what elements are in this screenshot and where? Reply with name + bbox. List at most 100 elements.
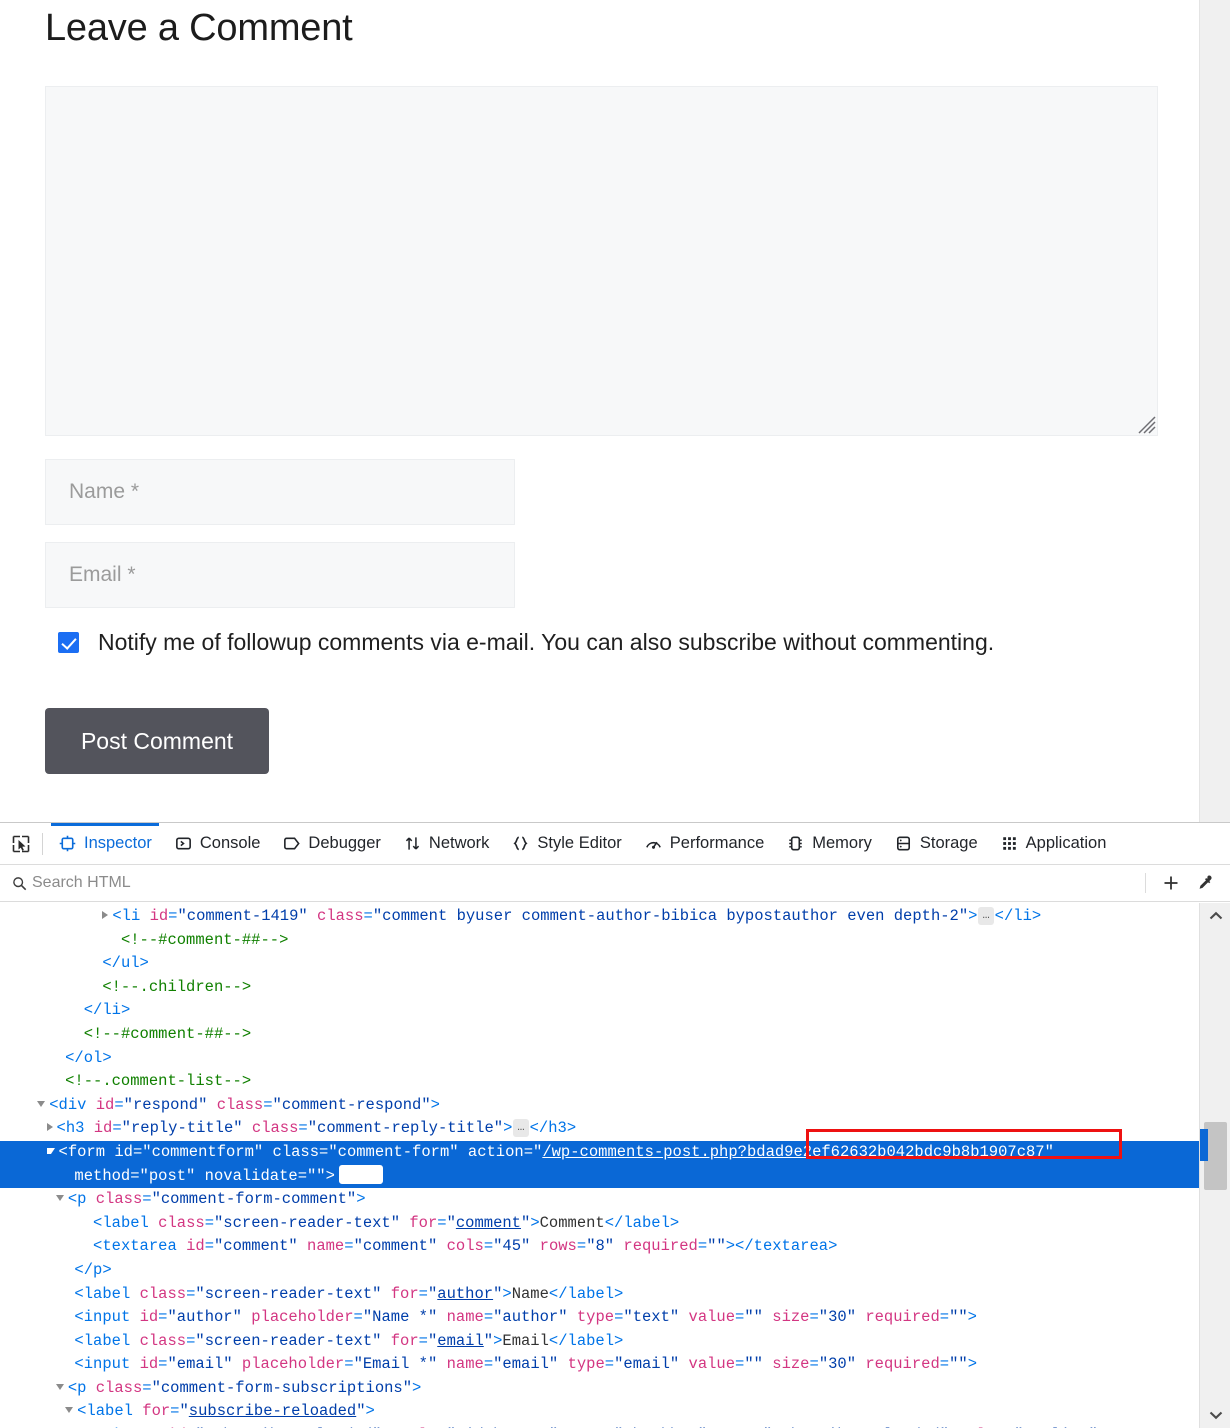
plus-icon[interactable] (1156, 868, 1186, 898)
comment-textarea[interactable] (45, 86, 1158, 436)
markup-line[interactable]: <label class="screen-reader-text" for="a… (0, 1283, 1199, 1307)
tab-label: Console (199, 834, 261, 852)
tab-style-editor[interactable]: Style Editor (500, 823, 632, 865)
markup-tree[interactable]: <li id="comment-1419" class="comment byu… (0, 903, 1199, 1428)
markup-token: class (216, 1095, 264, 1114)
markup-line[interactable]: <h3 id="reply-title" class="comment-repl… (0, 1117, 1199, 1141)
markup-token (133, 1402, 142, 1420)
tab-performance[interactable]: Performance (633, 823, 775, 865)
markup-token (614, 1237, 623, 1255)
markup-line[interactable]: <!--#comment-##--> (0, 1023, 1199, 1047)
markup-line[interactable]: <label class="screen-reader-text" for="e… (0, 1330, 1199, 1354)
markup-line[interactable]: <input id="subscribe-reloaded" style="wi… (0, 1424, 1199, 1428)
markup-token (130, 1308, 139, 1326)
markup-line[interactable]: <!--.comment-list--> (0, 1070, 1199, 1094)
markup-token: > (102, 1048, 112, 1067)
markup-token (381, 1285, 390, 1303)
markup-line[interactable]: </ul> (0, 952, 1199, 976)
tab-storage[interactable]: Storage (883, 823, 989, 865)
post-comment-button[interactable]: Post Comment (45, 708, 269, 774)
tab-console[interactable]: Console (163, 823, 272, 865)
event-badge[interactable]: event (338, 1164, 383, 1184)
expand-twisty-open-icon[interactable] (37, 1100, 46, 1107)
email-input[interactable] (45, 542, 515, 608)
markup-token (130, 1355, 139, 1373)
attribute-link[interactable]: subscribe-reloaded (189, 1402, 356, 1420)
subscribe-checkbox[interactable] (58, 631, 79, 653)
expand-twisty-open-icon[interactable] (46, 1147, 55, 1154)
tab-debugger[interactable]: Debugger (271, 823, 391, 865)
markup-token: name (446, 1355, 484, 1374)
scroll-up-arrow-icon[interactable] (1200, 903, 1230, 929)
markup-line[interactable]: <label class="screen-reader-text" for="c… (0, 1212, 1199, 1236)
expand-twisty-open-icon[interactable] (55, 1383, 64, 1390)
markup-token: < (74, 1308, 84, 1327)
tab-label: Inspector (84, 834, 152, 852)
tab-network[interactable]: Network (392, 823, 501, 865)
markup-token: h3 (548, 1119, 567, 1138)
search-bar-actions (1145, 868, 1230, 898)
markup-line[interactable]: <p class="comment-form-comment"> (0, 1188, 1199, 1212)
expand-twisty-closed-icon[interactable] (46, 1123, 53, 1132)
tab-memory[interactable]: Memory (775, 823, 883, 865)
collapsed-children-icon[interactable]: … (978, 907, 994, 925)
page-vertical-scrollbar[interactable] (1199, 0, 1230, 822)
attribute-link[interactable]: email (437, 1332, 484, 1350)
markup-token: "comment" (214, 1237, 298, 1256)
markup-line[interactable]: </ol> (0, 1047, 1199, 1071)
markup-line[interactable]: </p> (0, 1259, 1199, 1283)
attribute-link[interactable]: author (437, 1285, 493, 1303)
markup-line[interactable]: <input id="author" placeholder="Name *" … (0, 1306, 1199, 1330)
markup-token: required (865, 1308, 940, 1327)
markup-token: placeholder (241, 1355, 345, 1374)
scroll-down-arrow-icon[interactable] (1200, 1402, 1230, 1428)
markup-token: > (968, 907, 978, 925)
markup-line[interactable]: <form id="commentform" class="comment-fo… (0, 1140, 1199, 1165)
element-picker-icon[interactable] (4, 827, 38, 861)
twisty-placeholder (74, 1237, 93, 1255)
markup-line[interactable]: <label for="subscribe-reloaded"> (0, 1400, 1199, 1424)
expand-twisty-open-icon[interactable] (65, 1407, 74, 1414)
attribute-link[interactable]: /wp-comments-post.php?bdad9e2ef62632b042… (542, 1143, 1044, 1161)
markup-token: value (688, 1355, 736, 1374)
markup-line[interactable]: <!--#comment-##--> (0, 929, 1199, 953)
markup-token: "" (307, 1166, 326, 1185)
markup-token: = (319, 1142, 329, 1161)
markup-line[interactable]: <input id="email" placeholder="Email *" … (0, 1353, 1199, 1377)
markup-token: > (828, 1237, 838, 1256)
search-html-input[interactable] (30, 873, 1145, 893)
twisty-placeholder (56, 1285, 75, 1303)
markup-line[interactable]: <textarea id="comment" name="comment" co… (0, 1235, 1199, 1259)
markup-token: "post" (139, 1166, 196, 1185)
markup-token: = (344, 1237, 354, 1256)
markup-token (568, 1308, 577, 1326)
eyedropper-icon[interactable] (1190, 868, 1220, 898)
markup-line[interactable]: method="post" novalidate=""> event (0, 1164, 1199, 1189)
markup-token: "" (744, 1308, 763, 1327)
collapsed-children-icon[interactable]: … (513, 1119, 529, 1138)
markup-token: = (132, 1142, 143, 1161)
expand-twisty-closed-icon[interactable] (102, 911, 109, 919)
markup-token: class (95, 1378, 143, 1397)
markup-token: "email" (614, 1355, 680, 1374)
markup-token: rows (539, 1237, 577, 1256)
attribute-link[interactable]: comment (456, 1214, 521, 1232)
markup-line[interactable]: <!--.children--> (0, 976, 1199, 1000)
tab-inspector[interactable]: Inspector (47, 822, 163, 865)
markup-line[interactable]: <li id="comment-1419" class="comment byu… (0, 905, 1199, 929)
markup-vertical-scrollbar[interactable] (1199, 903, 1230, 1428)
tab-application[interactable]: Application (989, 823, 1118, 865)
markup-line[interactable]: <div id="respond" class="comment-respond… (0, 1094, 1199, 1118)
markup-token: "comment-form-comment" (151, 1190, 357, 1209)
markup-line[interactable]: <p class="comment-form-subscriptions"> (0, 1377, 1199, 1401)
markup-token: p (93, 1260, 103, 1279)
markup-line[interactable]: </li> (0, 999, 1199, 1023)
author-name-input[interactable] (45, 459, 515, 525)
markup-token: > (967, 1308, 977, 1327)
selected-node-scroll-marker (1200, 1129, 1208, 1161)
expand-twisty-open-icon[interactable] (55, 1195, 64, 1202)
memory-icon (786, 834, 805, 853)
markup-token: " (493, 1284, 503, 1303)
